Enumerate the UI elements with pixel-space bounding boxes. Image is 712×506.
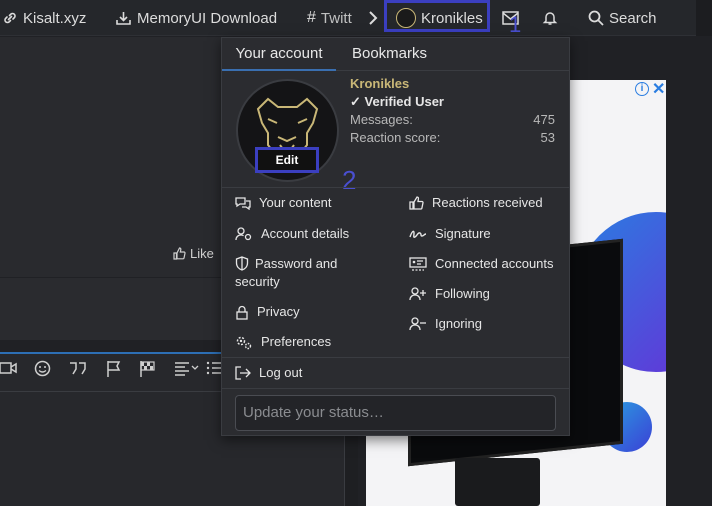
user-plus-icon xyxy=(409,287,426,301)
menu-item-privacy[interactable]: Privacy xyxy=(235,303,300,321)
smiley-icon[interactable] xyxy=(34,360,51,377)
thumbs-up-icon xyxy=(409,196,424,210)
divider xyxy=(222,187,569,188)
menu-label-ignoring: Ignoring xyxy=(435,316,482,331)
quote-icon[interactable] xyxy=(68,360,88,376)
like-button[interactable]: Like xyxy=(173,246,214,261)
sign-out-icon xyxy=(235,366,251,380)
menu-item-connected-accounts[interactable]: Connected accounts xyxy=(409,255,554,273)
tab-bookmarks[interactable]: Bookmarks xyxy=(336,38,443,71)
signature-icon xyxy=(409,230,427,238)
annotation-marker-2: 2 xyxy=(342,165,357,195)
lock-icon xyxy=(236,305,248,320)
menu-label-log-out: Log out xyxy=(259,365,303,380)
menu-item-signature[interactable]: Signature xyxy=(409,225,491,243)
menu-item-following[interactable]: Following xyxy=(409,285,490,303)
menu-item-account-details[interactable]: Account details xyxy=(235,225,349,243)
menu-item-reactions-received[interactable]: Reactions received xyxy=(409,194,543,212)
nav-link-kisalt[interactable]: Kisalt.xyz xyxy=(2,0,86,36)
nav-link-twitter[interactable]: # Twitt xyxy=(307,0,352,36)
nav-scroll-arrow[interactable] xyxy=(368,0,378,36)
menu-label-privacy: Privacy xyxy=(257,304,300,319)
checkered-flag-icon[interactable] xyxy=(139,360,156,377)
search-icon xyxy=(588,10,604,26)
bell-icon xyxy=(542,12,558,25)
menu-label-connected-accounts: Connected accounts xyxy=(435,256,554,271)
chat-bubbles-icon xyxy=(235,197,251,210)
video-icon[interactable] xyxy=(0,360,18,376)
nav-label-search: Search xyxy=(609,9,657,27)
menu-item-preferences[interactable]: Preferences xyxy=(235,333,331,351)
alerts-button[interactable] xyxy=(542,0,558,36)
menu-label-reactions-received: Reactions received xyxy=(432,195,543,210)
flag-icon[interactable] xyxy=(106,360,122,377)
account-menu: Your account Bookmarks Edit 2 Kronikles … xyxy=(221,37,570,436)
menu-item-ignoring[interactable]: Ignoring xyxy=(409,315,482,333)
shield-icon xyxy=(235,256,249,271)
messages-label: Messages: xyxy=(350,112,413,127)
align-dropdown-icon[interactable] xyxy=(174,360,200,376)
thumbs-up-icon xyxy=(173,247,186,260)
menu-item-your-content[interactable]: Your content xyxy=(235,194,332,212)
info-icon[interactable]: i xyxy=(635,82,649,96)
cogs-icon xyxy=(236,336,252,350)
reaction-score-value[interactable]: 53 xyxy=(541,130,555,145)
ad-tv-box-image xyxy=(455,458,540,506)
menu-label-following: Following xyxy=(435,286,490,301)
chevron-right-icon xyxy=(369,11,378,25)
user-cog-icon xyxy=(235,227,252,241)
edit-avatar-button[interactable]: Edit xyxy=(255,147,319,173)
divider xyxy=(222,357,569,358)
top-navigation: Kisalt.xyz MemoryUI Download # Twitt Kro… xyxy=(0,0,712,36)
menu-label-account-details: Account details xyxy=(261,226,350,241)
link-icon xyxy=(4,12,16,24)
list-icon[interactable] xyxy=(206,360,222,376)
highlight-box-1 xyxy=(384,0,490,32)
menu-label-password-security: Password and security xyxy=(235,256,338,289)
like-label: Like xyxy=(190,246,214,261)
annotation-marker-1: 1 xyxy=(509,12,522,37)
nav-link-memoryui[interactable]: MemoryUI Download xyxy=(115,0,277,36)
account-menu-tabs: Your account Bookmarks xyxy=(222,38,569,71)
menu-item-password-security[interactable]: Password and security xyxy=(235,255,365,291)
nav-label-twitter: Twitt xyxy=(320,9,352,27)
menu-label-preferences: Preferences xyxy=(261,334,332,349)
search-button[interactable]: Search xyxy=(588,0,657,36)
nav-label-kisalt: Kisalt.xyz xyxy=(23,9,87,27)
username-link[interactable]: Kronikles xyxy=(350,76,409,91)
divider xyxy=(222,388,569,389)
hash-icon: # xyxy=(307,9,316,26)
tab-your-account[interactable]: Your account xyxy=(222,38,336,71)
scrollbar-track[interactable] xyxy=(696,0,712,36)
menu-item-log-out[interactable]: Log out xyxy=(235,364,302,382)
menu-label-your-content: Your content xyxy=(259,195,332,210)
user-minus-icon xyxy=(409,317,426,331)
menu-label-signature: Signature xyxy=(435,226,491,241)
messages-value[interactable]: 475 xyxy=(533,112,555,127)
close-icon[interactable]: ✕ xyxy=(652,79,665,99)
reaction-score-label: Reaction score: xyxy=(350,130,441,145)
connected-accounts-icon xyxy=(409,257,427,271)
status-input[interactable]: Update your status… xyxy=(235,395,556,431)
user-title: ✓ Verified User xyxy=(350,94,444,109)
nav-label-memoryui: MemoryUI Download xyxy=(137,9,278,27)
download-icon xyxy=(116,12,131,25)
